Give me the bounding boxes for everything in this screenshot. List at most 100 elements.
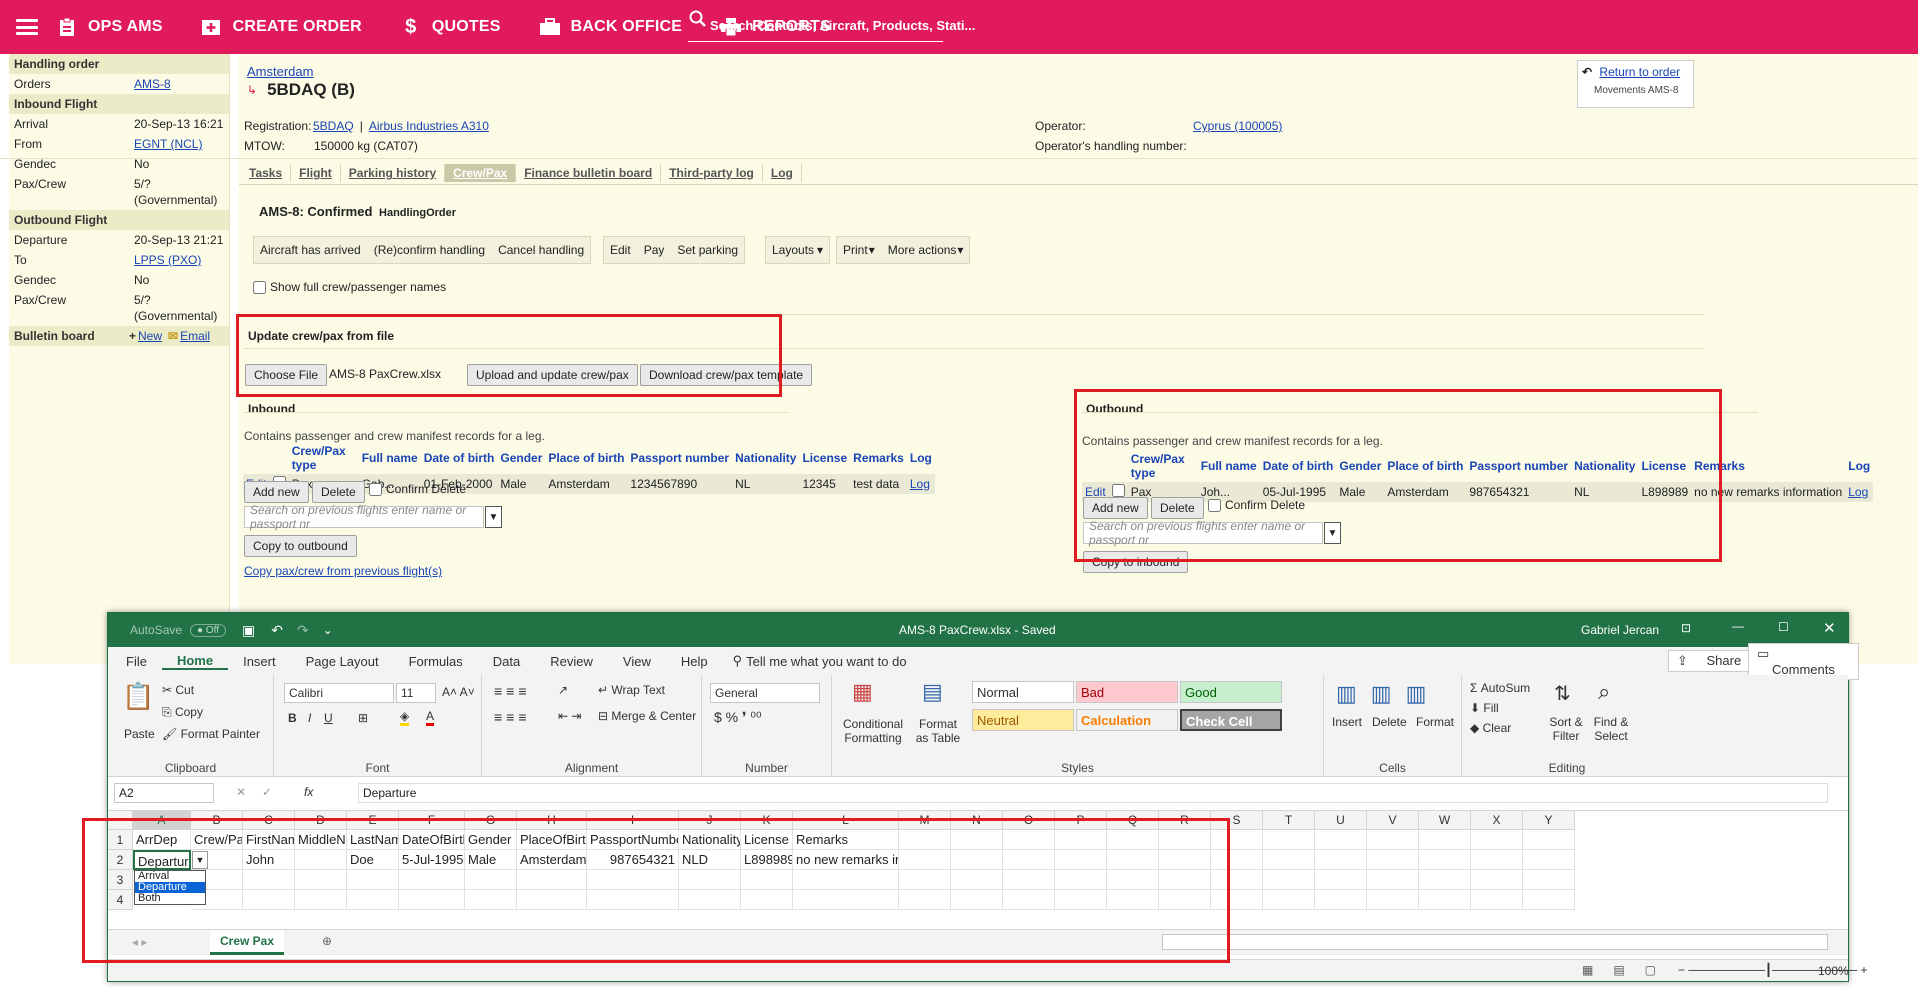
cell[interactable]	[1263, 890, 1315, 910]
wrap-text-button[interactable]: ↵ Wrap Text	[598, 683, 665, 697]
ribbon-display-icon[interactable]: ⊡	[1681, 621, 1691, 635]
more-actions-dropdown[interactable]: More actions	[888, 243, 957, 257]
layouts-dropdown[interactable]: Layouts ▾	[765, 236, 831, 264]
redo-icon[interactable]: ↷	[297, 622, 309, 639]
style-neutral[interactable]: Neutral	[972, 709, 1074, 731]
cell[interactable]	[1263, 850, 1315, 870]
name-box[interactable]: A2	[114, 783, 214, 803]
cell[interactable]	[1367, 850, 1419, 870]
cell[interactable]	[1263, 830, 1315, 850]
bulletin-email-link[interactable]: Email	[180, 329, 210, 343]
function-icon[interactable]: fx	[304, 785, 313, 799]
cell[interactable]	[1315, 890, 1367, 910]
cell[interactable]	[1315, 870, 1367, 890]
tab-help[interactable]: Help	[666, 654, 723, 669]
tab-parking-history[interactable]: Parking history	[341, 164, 446, 182]
italic-icon[interactable]: I	[308, 711, 311, 725]
cancel-handling-button[interactable]: Cancel handling	[498, 243, 584, 257]
tab-finance-bulletin-board[interactable]: Finance bulletin board	[516, 164, 662, 182]
view-mode-icons[interactable]: ▦▤▢	[1582, 963, 1676, 977]
clear-button[interactable]: ◆ Clear	[1470, 721, 1511, 735]
number-format-icons[interactable]: $ % ❜ ⁰⁰	[714, 709, 762, 726]
return-to-order-box[interactable]: ↶ Return to order Movements AMS-8	[1577, 60, 1694, 108]
column-header-v[interactable]: V	[1367, 811, 1419, 830]
tell-me-input[interactable]: Tell me what you want to do	[746, 654, 921, 669]
horizontal-scrollbar[interactable]	[1162, 934, 1828, 950]
autosum-button[interactable]: Σ AutoSum	[1470, 681, 1530, 695]
cell[interactable]	[1367, 870, 1419, 890]
format-as-table-button[interactable]: Format as Table	[912, 717, 964, 745]
nav-back-office[interactable]: BACK OFFICE	[539, 16, 683, 38]
grow-font-icon[interactable]: A˄ A˅	[442, 685, 475, 699]
cell[interactable]	[1419, 870, 1471, 890]
format-cells-button[interactable]: Format	[1416, 715, 1454, 729]
style-normal[interactable]: Normal	[972, 681, 1074, 703]
reconfirm-button[interactable]: (Re)confirm handling	[374, 243, 485, 257]
tab-review[interactable]: Review	[535, 654, 608, 669]
column-header[interactable]: Log	[907, 442, 935, 474]
cell[interactable]	[1523, 870, 1575, 890]
edit-button[interactable]: Edit	[610, 243, 631, 257]
tab-formulas[interactable]: Formulas	[394, 654, 478, 669]
cell[interactable]	[1367, 830, 1419, 850]
column-header-u[interactable]: U	[1315, 811, 1367, 830]
bulletin-new-link[interactable]: New	[138, 329, 162, 343]
cell[interactable]	[1523, 830, 1575, 850]
tab-crew-pax[interactable]: Crew/Pax	[445, 164, 517, 182]
formula-bar-icons[interactable]: ✕✓	[236, 785, 288, 799]
operator-link[interactable]: Cyprus (100005)	[1193, 119, 1282, 133]
registration-link[interactable]: 5BDAQ	[313, 119, 354, 133]
cell[interactable]	[1471, 890, 1523, 910]
copy-to-outbound-button[interactable]: Copy to outbound	[244, 535, 357, 557]
set-parking-button[interactable]: Set parking	[677, 243, 738, 257]
nav-ops-ams[interactable]: OPS AMS	[56, 16, 163, 38]
undo-icon[interactable]: ↶	[271, 622, 283, 639]
cell[interactable]	[1315, 850, 1367, 870]
vertical-align-icons[interactable]: ≡≡≡	[494, 683, 531, 699]
maximize-icon[interactable]: ☐	[1778, 620, 1789, 634]
column-header-x[interactable]: X	[1471, 811, 1523, 830]
tab-view[interactable]: View	[608, 654, 666, 669]
cell[interactable]	[1471, 870, 1523, 890]
comments-button[interactable]: ▭ Comments	[1748, 642, 1859, 680]
cell[interactable]	[1263, 870, 1315, 890]
show-full-names-checkbox[interactable]	[253, 280, 266, 294]
copy-from-previous-link[interactable]: Copy pax/crew from previous flight(s)	[244, 564, 442, 578]
tab-data[interactable]: Data	[478, 654, 535, 669]
borders-icon[interactable]: ⊞	[358, 711, 368, 725]
font-size-select[interactable]: 11	[396, 683, 436, 703]
cell[interactable]	[1419, 850, 1471, 870]
column-header-y[interactable]: Y	[1523, 811, 1575, 830]
fill-button[interactable]: ⬇ Fill	[1470, 701, 1499, 715]
cell[interactable]	[1471, 830, 1523, 850]
zoom-level[interactable]: 100%	[1818, 964, 1849, 978]
indent-icons[interactable]: ⇤ ⇥	[558, 709, 581, 723]
tab-insert[interactable]: Insert	[228, 654, 291, 669]
inbound-search-dropdown[interactable]: ▼	[485, 506, 502, 528]
column-header[interactable]: Log	[1845, 450, 1873, 482]
global-search[interactable]: Search Contacts, Aircraft, Products, Sta…	[688, 8, 975, 42]
minimize-icon[interactable]: —	[1732, 619, 1744, 633]
underline-icon[interactable]: U	[324, 711, 333, 725]
station-link[interactable]: Amsterdam	[247, 64, 313, 79]
row-log-link[interactable]: Log	[906, 474, 935, 494]
row-log-link[interactable]: Log	[1845, 482, 1874, 502]
paste-icon[interactable]: 📋	[122, 681, 154, 712]
cell[interactable]	[1523, 890, 1575, 910]
customize-toolbar-icon[interactable]: ⌄	[323, 623, 333, 637]
aircraft-arrived-button[interactable]: Aircraft has arrived	[260, 243, 361, 257]
font-name-select[interactable]: Calibri	[284, 683, 394, 703]
insert-cells-button[interactable]: Insert	[1332, 715, 1362, 729]
tab-third-party-log[interactable]: Third-party log	[661, 164, 763, 182]
inbound-delete-button[interactable]: Delete	[312, 481, 365, 503]
font-color-icon[interactable]: A	[426, 709, 435, 726]
format-painter-button[interactable]: 🖌 Format Painter	[162, 727, 260, 741]
inbound-confirm-delete-checkbox[interactable]	[369, 482, 382, 496]
conditional-formatting-icon[interactable]: ▦	[852, 679, 873, 705]
cell[interactable]	[1419, 890, 1471, 910]
tab-page-layout[interactable]: Page Layout	[291, 654, 394, 669]
nav-quotes[interactable]: $ QUOTES	[400, 16, 501, 38]
tab-tasks[interactable]: Tasks	[241, 164, 292, 182]
close-icon[interactable]: ✕	[1823, 619, 1836, 637]
tab-flight[interactable]: Flight	[291, 164, 341, 182]
